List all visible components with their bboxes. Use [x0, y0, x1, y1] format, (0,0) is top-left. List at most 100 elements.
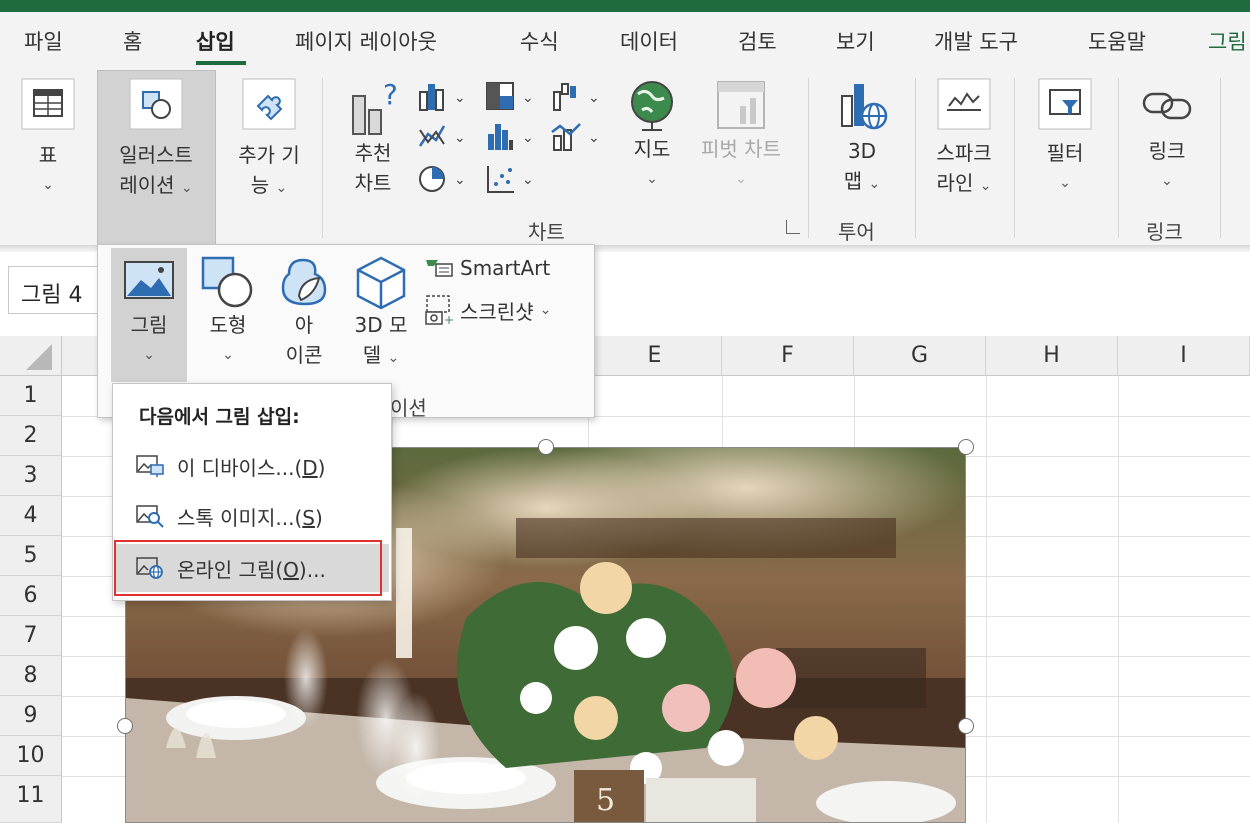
screenshot-icon: + — [425, 295, 454, 326]
filter-button[interactable]: 필터 ⌄ — [1030, 76, 1100, 198]
tab-home[interactable]: 홈 — [123, 26, 142, 56]
row-header-8[interactable]: 8 — [0, 656, 62, 696]
combo-chart-icon: ⌄ — [551, 123, 600, 151]
statistic-chart-button[interactable]: ⌄ — [484, 120, 540, 156]
row-header-7[interactable]: 7 — [0, 616, 62, 656]
svg-text:⌄: ⌄ — [454, 90, 466, 106]
resize-handle-right[interactable] — [958, 718, 974, 734]
pivot-chart-icon — [717, 81, 765, 129]
3d-map-label-2: 맵 — [843, 169, 863, 193]
addins-button[interactable]: 추가 기 능 ⌄ — [226, 76, 312, 203]
icons-button[interactable]: 아 이콘 — [272, 254, 336, 370]
addins-label-2: 능 — [250, 173, 270, 197]
row-header-9[interactable]: 9 — [0, 696, 62, 736]
link-group-label: 링크 — [1146, 220, 1183, 244]
select-all-corner[interactable] — [0, 336, 62, 376]
chevron-down-icon: ⌄ — [646, 171, 658, 187]
this-device-shortcut: D — [302, 455, 318, 480]
icons-label-2: 이콘 — [285, 343, 323, 367]
column-header-i[interactable]: I — [1118, 336, 1250, 376]
resize-handle-left[interactable] — [117, 718, 133, 734]
this-device-menu-item[interactable]: 이 디바이스...(D) — [115, 442, 389, 490]
waterfall-chart-button[interactable]: ⌄ — [550, 80, 606, 116]
tab-picture[interactable]: 그림 — [1208, 26, 1247, 56]
tab-file[interactable]: 파일 — [24, 26, 63, 56]
map-label: 지도 — [633, 137, 671, 161]
resize-handle-top-right[interactable] — [958, 439, 974, 455]
name-box[interactable]: 그림 4 — [8, 266, 108, 314]
tab-formulas[interactable]: 수식 — [520, 26, 559, 56]
row-header-3[interactable]: 3 — [0, 456, 62, 496]
combo-chart-button[interactable]: ⌄ — [550, 120, 606, 156]
stock-images-menu-item[interactable]: 스톡 이미지...(S) — [115, 492, 389, 540]
3d-models-button[interactable]: 3D 모 델 ⌄ — [346, 254, 416, 373]
chevron-down-icon: ⌄ — [979, 178, 992, 194]
recommended-charts-label-1: 추천 — [354, 141, 392, 165]
shapes-button[interactable]: 도형 ⌄ — [196, 254, 260, 370]
illustrations-button[interactable]: 일러스트 레이션 ⌄ — [103, 76, 209, 203]
chevron-down-icon: ⌄ — [868, 176, 881, 192]
chart-dialog-launcher-icon[interactable] — [786, 220, 800, 234]
chart-group-label: 차트 — [528, 220, 565, 244]
illustrations-label-1: 일러스트 — [119, 143, 193, 167]
ribbon-separator — [1220, 78, 1221, 238]
select-all-triangle-icon — [26, 344, 52, 370]
row-header-11[interactable]: 11 — [0, 776, 62, 823]
svg-text:⌄: ⌄ — [588, 130, 600, 146]
svg-text:⌄: ⌄ — [588, 90, 600, 106]
ribbon-separator — [1118, 78, 1119, 238]
picture-icon — [124, 261, 174, 299]
smartart-button[interactable]: SmartArt — [424, 256, 550, 280]
pie-chart-button[interactable]: ⌄ — [416, 162, 472, 198]
tab-review[interactable]: 검토 — [738, 26, 777, 56]
column-chart-icon: ⌄ — [419, 84, 466, 111]
table-button[interactable]: 표 ⌄ — [18, 76, 78, 200]
tab-view[interactable]: 보기 — [836, 26, 875, 56]
column-chart-button[interactable]: ⌄ — [416, 80, 472, 116]
column-header-f[interactable]: F — [722, 336, 854, 376]
ribbon-tabs: 파일 홈 삽입 페이지 레이아웃 수식 데이터 검토 보기 개발 도구 도움말 … — [0, 12, 1250, 70]
globe-icon — [631, 81, 673, 131]
link-button[interactable]: 링크 ⌄ — [1134, 80, 1200, 196]
tab-insert[interactable]: 삽입 — [196, 26, 235, 56]
map-chart-button[interactable]: 지도 ⌄ — [620, 76, 684, 194]
scatter-chart-button[interactable]: ⌄ — [484, 162, 540, 198]
row-header-4[interactable]: 4 — [0, 496, 62, 536]
addins-label-1: 추가 기 — [238, 143, 300, 167]
column-header-h[interactable]: H — [986, 336, 1118, 376]
picture-button[interactable]: 그림 ⌄ — [114, 256, 184, 370]
column-header-g[interactable]: G — [854, 336, 986, 376]
3d-models-label-1: 3D 모 — [354, 313, 408, 337]
row-header-5[interactable]: 5 — [0, 536, 62, 576]
chevron-down-icon: ⌄ — [539, 302, 552, 318]
pie-chart-icon: ⌄ — [419, 166, 466, 192]
row-header-2[interactable]: 2 — [0, 416, 62, 456]
row-header-1[interactable]: 1 — [0, 376, 62, 416]
tab-developer[interactable]: 개발 도구 — [934, 26, 1018, 56]
recommended-charts-button[interactable]: ? 추천 차트 — [338, 78, 408, 198]
tab-page-layout[interactable]: 페이지 레이아웃 — [295, 26, 437, 56]
sparkline-button[interactable]: 스파크 라인 ⌄ — [924, 76, 1004, 201]
row-header-10[interactable]: 10 — [0, 736, 62, 776]
tab-data[interactable]: 데이터 — [620, 26, 678, 56]
table-icon — [21, 78, 75, 130]
chevron-down-icon: ⌄ — [222, 347, 234, 363]
illustrations-icon — [129, 78, 183, 130]
screenshot-button[interactable]: + 스크린샷 ⌄ — [424, 294, 551, 326]
shapes-label: 도형 — [209, 313, 247, 337]
svg-text:⌄: ⌄ — [454, 172, 466, 188]
tour-group-label: 투어 — [838, 220, 875, 244]
tab-help[interactable]: 도움말 — [1088, 26, 1146, 56]
resize-handle-top[interactable] — [538, 439, 554, 455]
3d-map-button[interactable]: 3D 맵 ⌄ — [826, 76, 898, 199]
column-header-e[interactable]: E — [588, 336, 722, 376]
row-header-6[interactable]: 6 — [0, 576, 62, 616]
pivot-chart-button[interactable]: 피벗 차트 ⌄ — [692, 76, 790, 194]
pivot-chart-label: 피벗 차트 — [701, 137, 781, 161]
svg-text:⌄: ⌄ — [522, 172, 534, 188]
svg-text:+: + — [444, 313, 454, 326]
hierarchy-chart-button[interactable]: ⌄ — [484, 80, 540, 116]
line-chart-button[interactable]: ⌄ — [416, 120, 472, 156]
highlight-annotation-box — [114, 540, 382, 596]
ribbon-separator — [1014, 78, 1015, 238]
